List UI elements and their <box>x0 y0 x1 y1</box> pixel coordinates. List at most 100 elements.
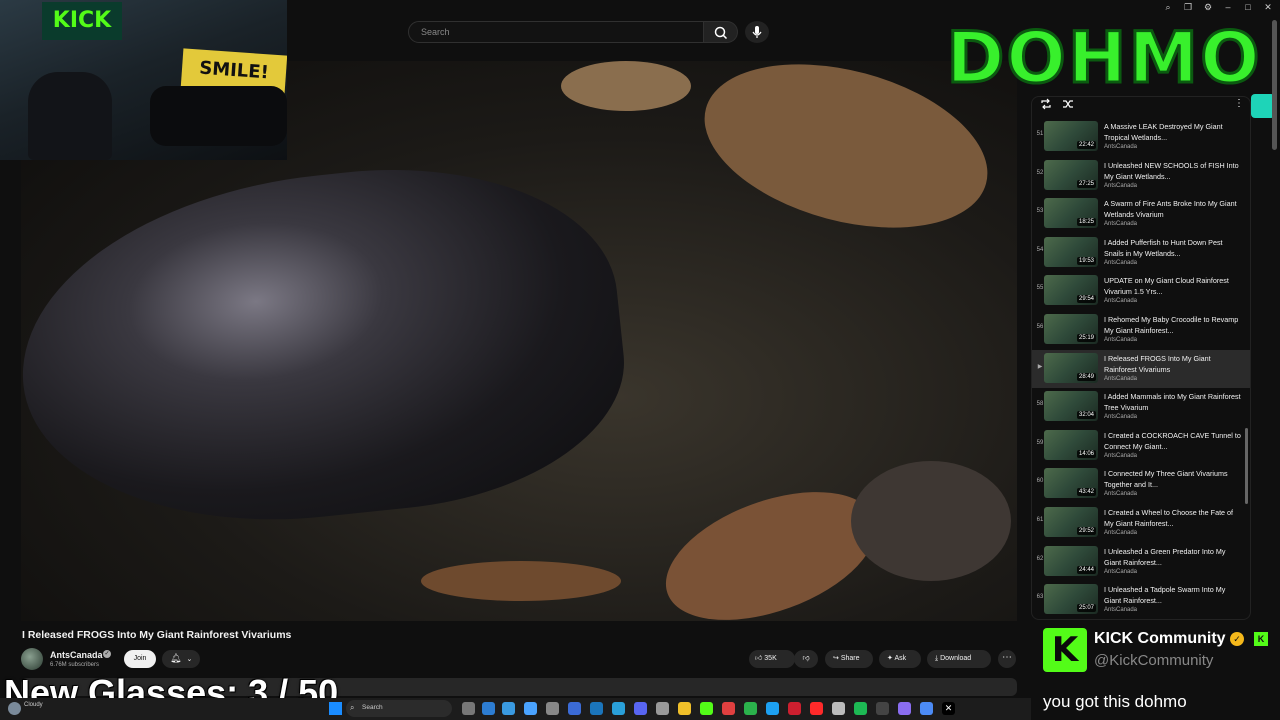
dislike-button[interactable]: 👎︎ <box>794 650 818 668</box>
video-title: I Released FROGS Into My Giant Rainfores… <box>22 629 292 641</box>
taskbar-app-icon[interactable] <box>744 702 757 715</box>
download-button[interactable]: ⤓ Download <box>927 650 991 668</box>
playlist-item-title[interactable]: A Swarm of Fire Ants Broke Into My Giant… <box>1104 198 1244 220</box>
taskbar-app-icon[interactable] <box>876 702 889 715</box>
task-view-icon[interactable] <box>462 702 475 715</box>
taskbar-search[interactable]: Search <box>346 700 452 717</box>
playlist-item-thumbnail[interactable]: 14:06 <box>1044 429 1098 460</box>
search-input[interactable]: Search <box>408 21 704 43</box>
playlist-item-title[interactable]: I Unleashed a Green Predator Into My Gia… <box>1104 546 1244 568</box>
share-button[interactable]: ↪ Share <box>825 650 873 668</box>
taskbar-app-icon[interactable] <box>766 702 779 715</box>
playlist-item-channel: AntsCanada <box>1104 144 1138 150</box>
taskbar-app-icon[interactable] <box>810 702 823 715</box>
playlist-item-title[interactable]: I Released FROGS Into My Giant Rainfores… <box>1104 353 1244 375</box>
playlist-item-title[interactable]: I Rehomed My Baby Crocodile to Revamp My… <box>1104 314 1244 336</box>
taskbar-app-icon[interactable] <box>524 702 537 715</box>
taskbar-app-icon[interactable] <box>568 702 581 715</box>
playlist-menu-icon[interactable]: ⋮ <box>1234 98 1244 109</box>
search-icon <box>714 26 728 40</box>
voice-search-button[interactable] <box>745 21 769 43</box>
taskbar-app-icon[interactable] <box>656 702 669 715</box>
channel-avatar[interactable] <box>21 648 43 670</box>
playlist-item[interactable]: 53 18:25 A Swarm of Fire Ants Broke Into M… <box>1032 195 1250 233</box>
playlist-item[interactable]: 54 19:53 I Added Pufferfish to Hunt Down P… <box>1032 234 1250 272</box>
playlist-item[interactable]: 58 32:04 I Added Mammals into My Giant Rai… <box>1032 388 1250 426</box>
channel-name[interactable]: AntsCanada <box>50 650 103 660</box>
weather-label[interactable]: Cloudy <box>24 702 43 708</box>
playlist-item-title[interactable]: I Connected My Three Giant Vivariums Tog… <box>1104 468 1244 490</box>
ask-button[interactable]: ✦ Ask <box>879 650 921 668</box>
playlist-item-thumbnail[interactable]: 19:53 <box>1044 236 1098 267</box>
playlist-item-thumbnail[interactable]: 22:42 <box>1044 121 1098 151</box>
playlist-item-duration: 25:19 <box>1076 334 1096 342</box>
playlist-item[interactable]: 51 22:42 A Massive LEAK Destroyed My Giant… <box>1032 118 1250 156</box>
taskbar-app-icon[interactable] <box>898 702 911 715</box>
playlist-item[interactable]: 63 25:07 I Unleashed a Tadpole Swarm Into … <box>1032 581 1250 618</box>
taskbar-app-icon[interactable] <box>590 702 603 715</box>
playlist-item-title[interactable]: I Unleashed NEW SCHOOLS of FISH Into My … <box>1104 160 1244 182</box>
frog-subject <box>21 145 638 547</box>
streamer-logo-text: DOHMO <box>946 17 1261 99</box>
playlist-toolbar: ⋮ <box>1031 94 1275 118</box>
playlist-item-thumbnail[interactable]: 28:49 <box>1044 352 1098 383</box>
playlist-item[interactable]: 61 29:52 I Created a Wheel to Choose the F… <box>1032 504 1250 542</box>
playlist-item-duration: 27:25 <box>1076 179 1096 188</box>
playlist-item-thumbnail[interactable]: 29:54 <box>1044 275 1098 306</box>
chevron-down-icon: ⌄ <box>186 656 193 663</box>
like-count: 35K <box>764 655 777 662</box>
shuffle-icon[interactable] <box>1062 98 1074 110</box>
more-actions-button[interactable]: ⋯ <box>998 650 1016 668</box>
taskbar-app-icon[interactable] <box>722 702 735 715</box>
page-scrollbar[interactable] <box>1272 20 1277 150</box>
playlist-item-duration: 32:04 <box>1076 411 1096 420</box>
playlist-item-title[interactable]: I Created a Wheel to Choose the Fate of … <box>1104 507 1244 529</box>
playlist-item[interactable]: 52 27:25 I Unleashed NEW SCHOOLS of FISH I… <box>1032 157 1250 195</box>
playlist-item-title[interactable]: I Created a COCKROACH CAVE Tunnel to Con… <box>1104 430 1244 452</box>
playlist-item-title[interactable]: I Added Mammals into My Giant Rainforest… <box>1104 391 1244 413</box>
taskbar-app-icon[interactable] <box>634 702 647 715</box>
taskbar-app-icon[interactable] <box>546 702 559 715</box>
taskbar-app-icon[interactable] <box>920 702 933 715</box>
playlist-item-thumbnail[interactable]: 29:52 <box>1044 507 1098 537</box>
taskbar-app-icon[interactable] <box>502 702 515 715</box>
x-app-icon[interactable]: ✕ <box>942 702 955 715</box>
playlist-item-thumbnail[interactable]: 43:42 <box>1044 468 1098 499</box>
playlist-item-title[interactable]: I Added Pufferfish to Hunt Down Pest Sna… <box>1104 237 1244 259</box>
playlist-item-title[interactable]: I Unleashed a Tadpole Swarm Into My Gian… <box>1104 584 1244 606</box>
playlist-item[interactable]: 55 29:54 UPDATE on My Giant Cloud Rainfore… <box>1032 272 1250 310</box>
taskbar-app-icon[interactable] <box>832 702 845 715</box>
playlist-item-title[interactable]: UPDATE on My Giant Cloud Rainforest Viva… <box>1104 275 1244 297</box>
taskbar-app-icon[interactable] <box>788 702 801 715</box>
notification-button[interactable]: 🔔︎ ⌄ <box>162 650 200 668</box>
playlist-item-thumbnail[interactable]: 25:07 <box>1044 584 1098 615</box>
taskbar-app-icon[interactable] <box>854 702 867 715</box>
playlist-item[interactable]: 60 43:42 I Connected My Three Giant Vivari… <box>1032 465 1250 503</box>
playlist-item-thumbnail[interactable]: 24:44 <box>1044 545 1098 576</box>
close-icon[interactable]: ✕ <box>1260 2 1276 14</box>
playlist-item-title[interactable]: A Massive LEAK Destroyed My Giant Tropic… <box>1104 121 1244 143</box>
playlist-item-duration: 14:06 <box>1076 449 1096 458</box>
playlist-item[interactable]: 56 25:19 I Rehomed My Baby Crocodile to Re… <box>1032 311 1250 349</box>
download-icon: ⤓ <box>935 655 939 662</box>
playlist-item[interactable]: 59 14:06 I Created a COCKROACH CAVE Tunnel… <box>1032 427 1250 465</box>
playlist-item[interactable]: 62 24:44 I Unleashed a Green Predator Into… <box>1032 543 1250 581</box>
verified-icon: ✓ <box>103 650 111 658</box>
start-icon[interactable] <box>329 702 342 715</box>
playlist-item-thumbnail[interactable]: 18:25 <box>1044 198 1098 229</box>
taskbar-app-icon[interactable] <box>482 702 495 715</box>
taskbar-app-icon[interactable] <box>612 702 625 715</box>
playlist-item-duration: 25:07 <box>1076 604 1096 613</box>
join-button[interactable]: Join <box>124 650 156 668</box>
taskbar-app-icon[interactable] <box>678 702 691 715</box>
search-button[interactable] <box>704 21 738 43</box>
playlist-item-thumbnail[interactable]: 27:25 <box>1044 159 1098 190</box>
playlist-item-thumbnail[interactable]: 32:04 <box>1044 391 1098 422</box>
playlist-item-thumbnail[interactable]: 25:19 <box>1044 314 1098 344</box>
playlist-scrollbar[interactable] <box>1245 428 1248 504</box>
like-button[interactable]: 👍︎ 35K <box>749 650 795 668</box>
taskbar-app-icon[interactable] <box>700 702 713 715</box>
loop-icon[interactable] <box>1040 98 1052 110</box>
chat-message: you got this dohmo <box>1043 692 1187 711</box>
playlist-item[interactable]: ▶ 28:49 I Released FROGS Into My Giant Rai… <box>1032 349 1250 388</box>
